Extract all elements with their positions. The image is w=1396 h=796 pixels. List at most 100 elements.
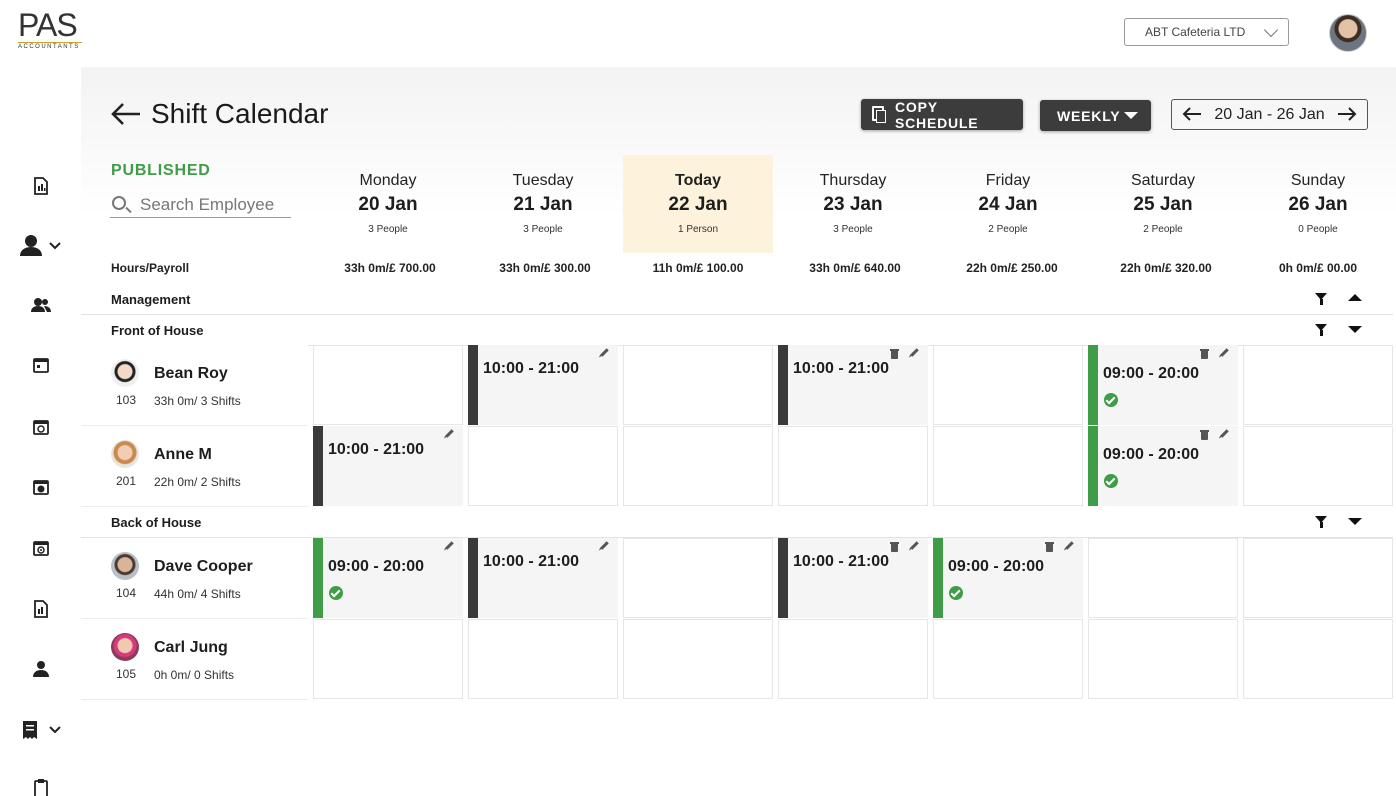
shift-cell-empty[interactable]: [468, 619, 618, 699]
day-date: 23 Jan: [823, 194, 883, 215]
shift-cell-empty[interactable]: [778, 619, 928, 699]
day-header-saturday: Saturday 25 Jan 2 People: [1088, 155, 1238, 253]
shift-cell-empty[interactable]: [1243, 619, 1393, 699]
employee-row[interactable]: 103 Bean Roy 33h 0m/ 3 Shifts: [81, 345, 308, 426]
shift-block[interactable]: 10:00 - 21:00: [468, 538, 618, 618]
sidebar: [0, 67, 81, 796]
group-management[interactable]: Management: [81, 284, 1393, 315]
company-select[interactable]: ABT Cafeteria LTD: [1124, 18, 1289, 46]
shift-cell-empty[interactable]: [313, 619, 463, 699]
edit-icon[interactable]: [600, 348, 609, 357]
shift-cell-empty[interactable]: [623, 538, 773, 618]
shift-block[interactable]: 10:00 - 21:00: [778, 345, 928, 425]
logo-text: PAS: [18, 7, 78, 43]
shift-cell-empty[interactable]: [933, 619, 1083, 699]
shift-cell-empty[interactable]: [1243, 426, 1393, 506]
report-chart-icon[interactable]: [0, 598, 81, 620]
receipt-dropdown-icon[interactable]: [0, 719, 81, 741]
shift-cell-empty[interactable]: [933, 345, 1083, 425]
day-date: 22 Jan: [668, 194, 728, 215]
search-input[interactable]: [140, 193, 290, 216]
view-select-button[interactable]: WEEKLY: [1040, 100, 1151, 131]
company-logo[interactable]: PAS ACCOUNTANTS: [18, 7, 82, 56]
expand-caret-icon[interactable]: [1348, 326, 1362, 333]
next-week-arrow-icon[interactable]: [1337, 104, 1357, 126]
group-front-of-house[interactable]: Front of House: [81, 315, 1393, 346]
calendar-check-icon[interactable]: [0, 477, 81, 497]
delete-icon[interactable]: [1200, 430, 1209, 440]
edit-icon[interactable]: [910, 541, 919, 550]
shift-cell-empty[interactable]: [623, 619, 773, 699]
delete-icon[interactable]: [1200, 349, 1209, 359]
shift-block-confirmed[interactable]: 09:00 - 20:00: [313, 538, 463, 618]
collapse-caret-icon[interactable]: [1348, 294, 1362, 301]
copy-schedule-button[interactable]: COPY SCHEDULE: [861, 99, 1023, 131]
view-select-label: WEEKLY: [1057, 107, 1121, 124]
chevron-down-icon: [1263, 22, 1279, 38]
person-dropdown-icon[interactable]: [0, 234, 81, 258]
menu-icon[interactable]: [0, 84, 81, 114]
filter-icon[interactable]: [1315, 516, 1327, 528]
employee-name: Anne M: [154, 446, 212, 463]
calendar-sync-icon[interactable]: [0, 538, 81, 558]
employee-row[interactable]: 104 Dave Cooper 44h 0m/ 4 Shifts: [81, 538, 308, 619]
edit-icon[interactable]: [1220, 429, 1229, 438]
edit-icon[interactable]: [1065, 541, 1074, 550]
hours-payroll-monday: 33h 0m/£ 700.00: [344, 261, 436, 275]
caret-down-icon: [1124, 112, 1138, 119]
shift-cell-empty[interactable]: [1243, 345, 1393, 425]
user-icon[interactable]: [0, 659, 81, 679]
report-icon[interactable]: [0, 175, 81, 197]
shift-block[interactable]: 10:00 - 21:00: [313, 426, 463, 506]
shift-cell-empty[interactable]: [468, 426, 618, 506]
day-name: Sunday: [1290, 172, 1346, 189]
clipboard-icon[interactable]: [0, 779, 81, 796]
shift-block[interactable]: 10:00 - 21:00: [778, 538, 928, 618]
delete-icon[interactable]: [890, 349, 899, 359]
user-avatar[interactable]: [1329, 14, 1367, 52]
prev-week-arrow-icon[interactable]: [1182, 104, 1202, 126]
edit-icon[interactable]: [445, 541, 454, 550]
search-field[interactable]: [110, 193, 291, 218]
check-circle-icon: [329, 586, 343, 600]
day-name: Thursday: [819, 172, 887, 189]
shift-block-confirmed[interactable]: 09:00 - 20:00: [933, 538, 1083, 618]
calendar-icon[interactable]: [0, 355, 81, 375]
shift-block[interactable]: 10:00 - 21:00: [468, 345, 618, 425]
group-back-of-house[interactable]: Back of House: [81, 507, 1393, 538]
shift-cell-empty[interactable]: [623, 426, 773, 506]
shift-cell-empty[interactable]: [1243, 538, 1393, 618]
shift-cell-empty[interactable]: [1088, 538, 1238, 618]
date-range-picker: 20 Jan - 26 Jan: [1171, 99, 1368, 130]
delete-icon[interactable]: [890, 542, 899, 552]
edit-icon[interactable]: [910, 348, 919, 357]
shift-block-confirmed[interactable]: 09:00 - 20:00: [1088, 426, 1238, 506]
day-name: Tuesday: [512, 172, 574, 189]
employee-row[interactable]: 201 Anne M 22h 0m/ 2 Shifts: [81, 426, 308, 507]
shift-cell-empty[interactable]: [933, 426, 1083, 506]
edit-icon[interactable]: [1220, 348, 1229, 357]
day-name: Saturday: [1130, 172, 1196, 189]
shift-cell-empty[interactable]: [623, 345, 773, 425]
filter-icon[interactable]: [1315, 324, 1327, 336]
back-arrow-icon[interactable]: [110, 101, 142, 131]
company-select-value: ABT Cafeteria LTD: [1145, 25, 1246, 39]
hours-payroll-sunday: 0h 0m/£ 00.00: [1278, 261, 1358, 275]
edit-icon[interactable]: [445, 429, 454, 438]
shift-cell-empty[interactable]: [313, 345, 463, 425]
expand-caret-icon[interactable]: [1348, 518, 1362, 525]
day-people: 3 People: [368, 224, 408, 235]
shift-cell-empty[interactable]: [778, 426, 928, 506]
edit-icon[interactable]: [600, 541, 609, 550]
hours-payroll-tuesday: 33h 0m/£ 300.00: [499, 261, 591, 275]
day-people: 1 Person: [677, 224, 719, 235]
day-date: 24 Jan: [978, 194, 1038, 215]
people-icon[interactable]: [0, 295, 81, 315]
employee-row[interactable]: 105 Carl Jung 0h 0m/ 0 Shifts: [81, 619, 308, 700]
calendar-clock-icon[interactable]: [0, 417, 81, 437]
shift-block-confirmed[interactable]: 09:00 - 20:00: [1088, 345, 1238, 425]
delete-icon[interactable]: [1045, 542, 1054, 552]
shift-cell-empty[interactable]: [1088, 619, 1238, 699]
employee-id: 103: [115, 393, 137, 407]
filter-icon[interactable]: [1315, 293, 1327, 305]
